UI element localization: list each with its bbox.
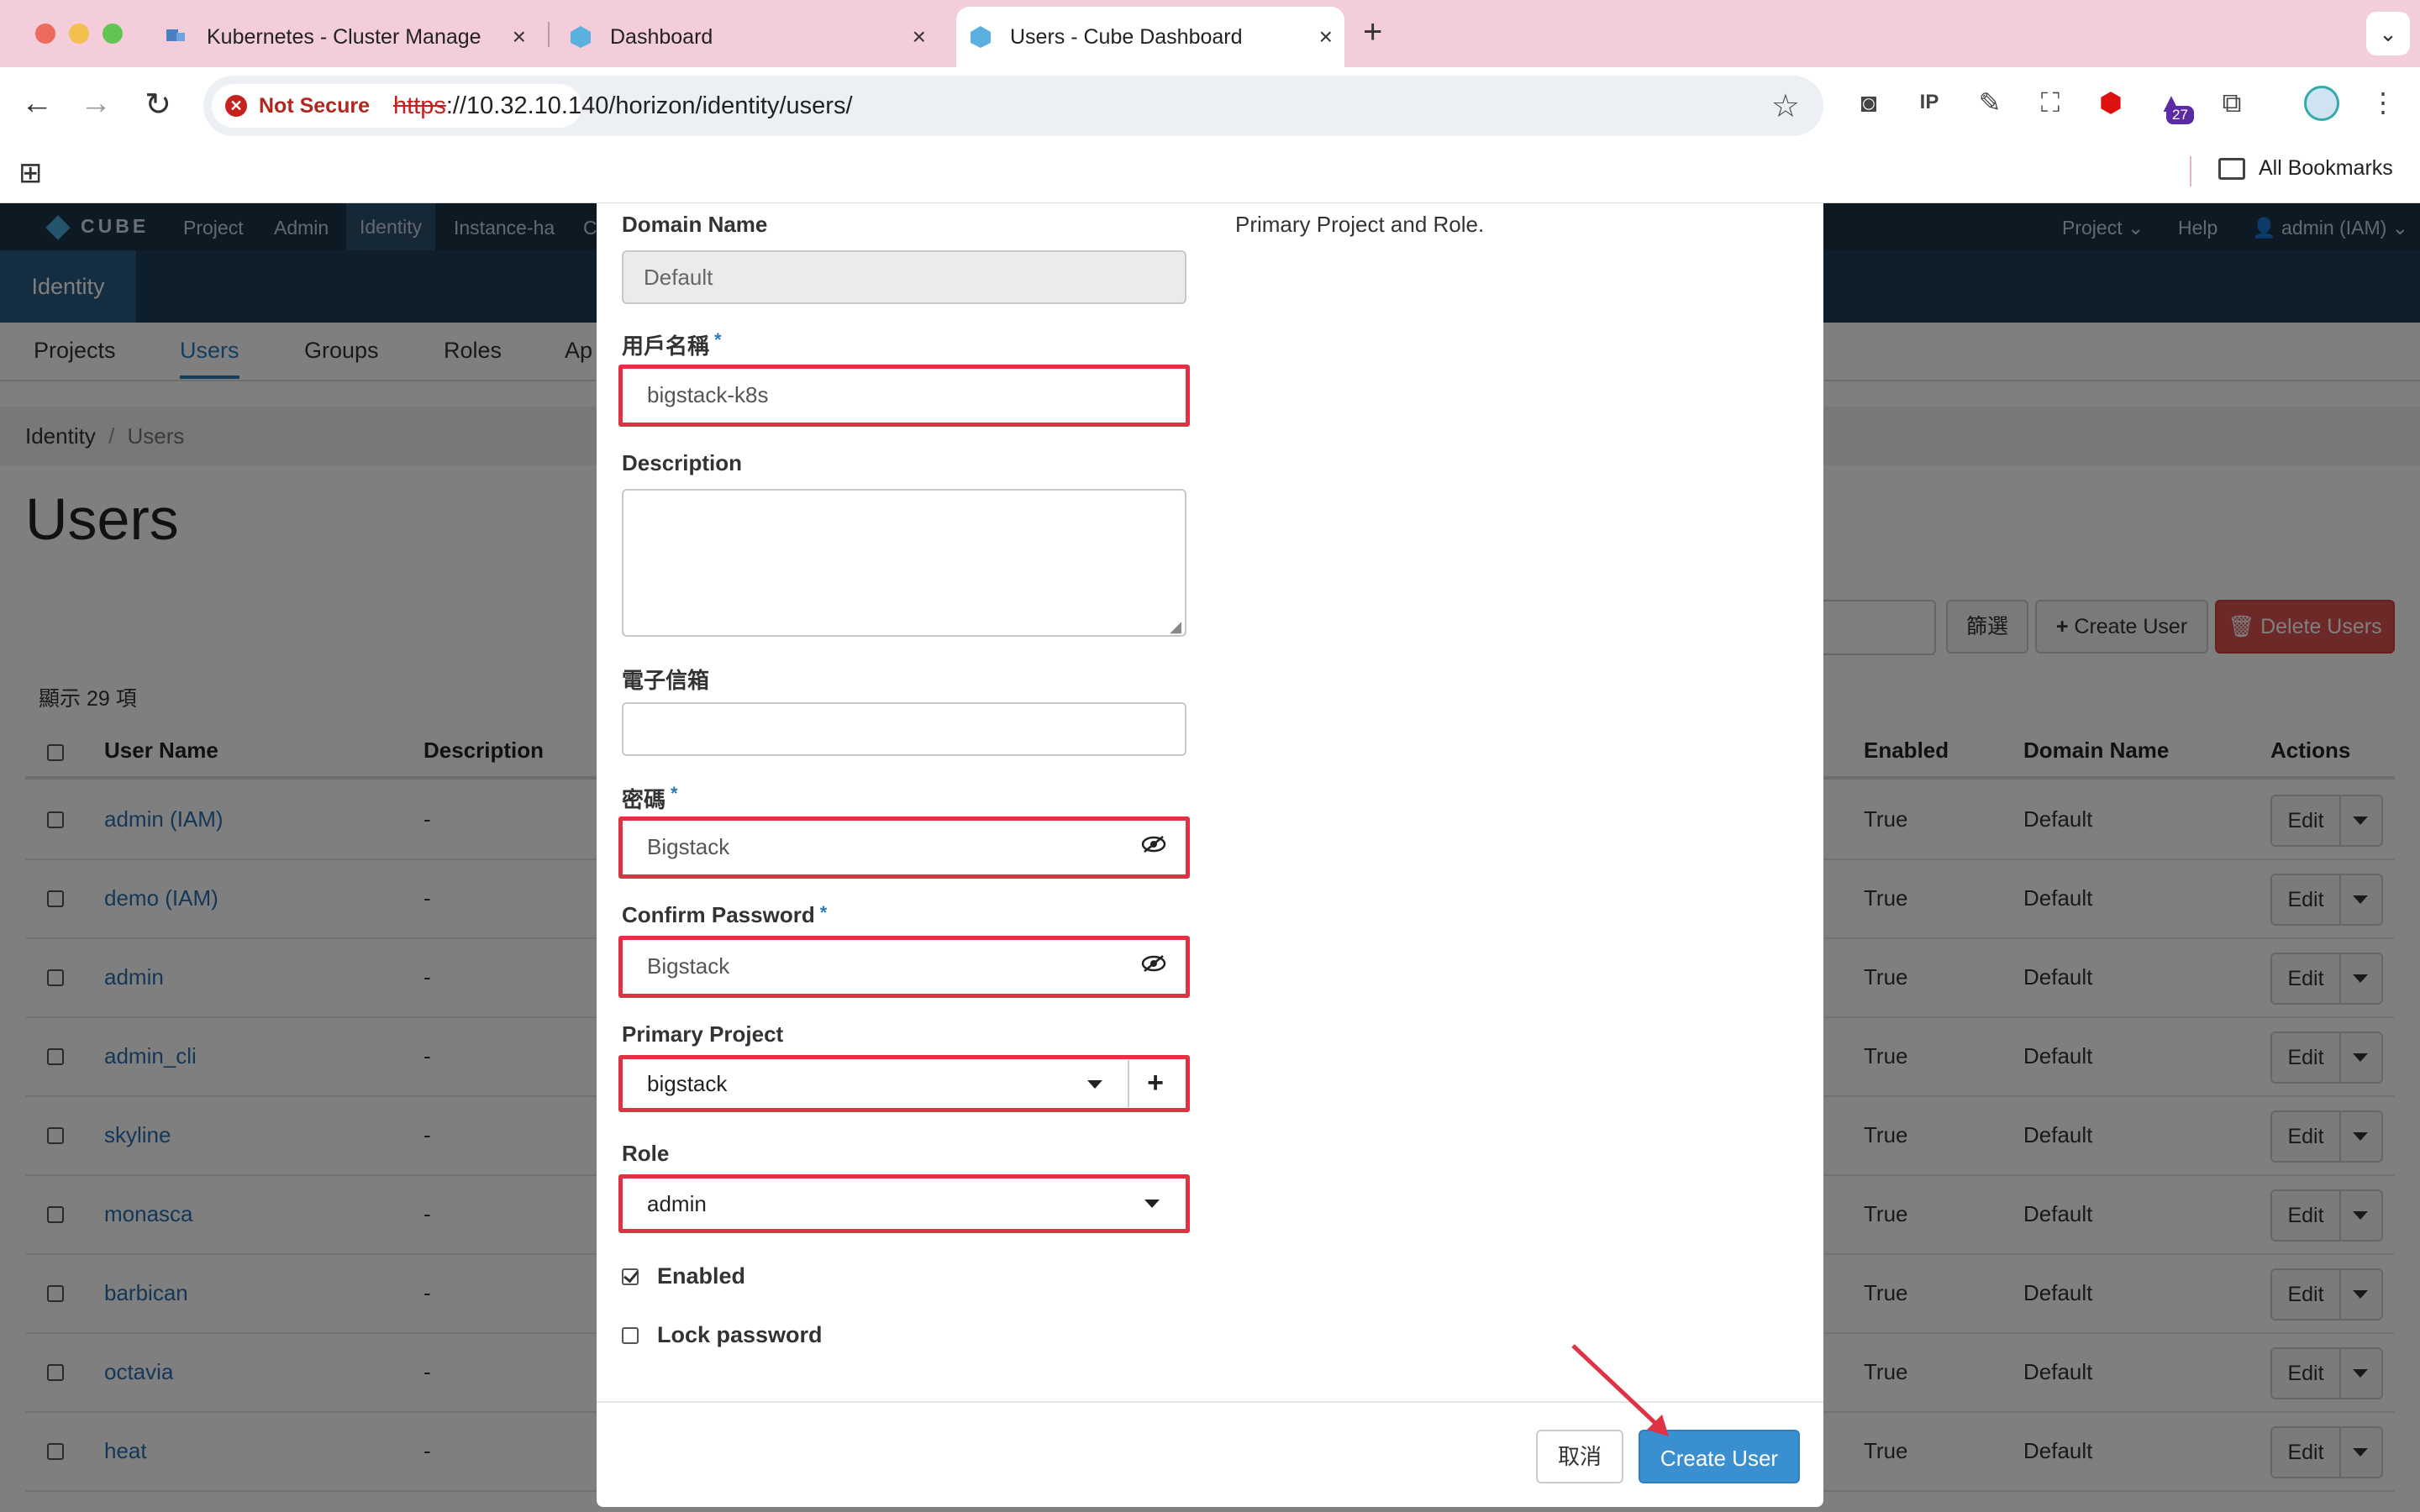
address-bar[interactable]: ✕ Not Secure https://10.32.10.140/horizo… — [203, 76, 1823, 136]
browser-tab-dashboard[interactable]: Dashboard × — [568, 7, 938, 67]
domain-name-label: Domain Name — [622, 212, 768, 237]
tab-title: Users - Cube Dashboard — [1010, 24, 1243, 49]
plus-icon: + — [1147, 1067, 1164, 1099]
role-label: Role — [622, 1141, 670, 1166]
email-input[interactable] — [622, 702, 1186, 756]
apps-grid-icon[interactable]: ⊞ — [18, 156, 43, 190]
create-user-dialog: Primary Project and Role. Domain Name De… — [597, 203, 1823, 1507]
screenshot-extension-icon[interactable]: ⛶ — [2032, 84, 2069, 121]
lock-password-checkbox[interactable]: Lock password — [622, 1322, 823, 1348]
description-textarea[interactable]: ◢ — [622, 489, 1186, 637]
ip-extension-icon[interactable]: IP — [1911, 84, 1948, 121]
tab-search-chevron-icon[interactable]: ⌄ — [2366, 12, 2410, 55]
role-select[interactable]: admin — [627, 1179, 1181, 1228]
close-tab-icon[interactable]: × — [513, 24, 526, 50]
close-tab-icon[interactable]: × — [1319, 24, 1333, 50]
help-text: Primary Project and Role. — [1235, 212, 1485, 237]
username-label: 用戶名稱 * — [622, 329, 722, 359]
primary-project-select[interactable]: bigstack — [627, 1060, 1128, 1107]
adblock-extension-icon[interactable]: ⬢ — [2092, 84, 2129, 121]
camera-extension-icon[interactable]: ◙ — [1850, 84, 1887, 121]
username-input[interactable]: bigstack-k8s — [627, 370, 1181, 422]
url-text[interactable]: https://10.32.10.140/horizon/identity/us… — [393, 76, 853, 136]
reload-icon[interactable]: ↻ — [138, 86, 178, 123]
resize-handle-icon[interactable]: ◢ — [1170, 618, 1181, 635]
browser-menu-icon[interactable]: ⋮ — [2365, 84, 2402, 121]
eyedropper-extension-icon[interactable]: ✎ — [1971, 84, 2008, 121]
close-tab-icon[interactable]: × — [913, 24, 926, 50]
profile-avatar[interactable] — [2304, 86, 2339, 121]
confirm-password-label: Confirm Password * — [622, 902, 828, 927]
browser-tab-strip: Kubernetes - Cluster Manage × Dashboard … — [0, 0, 2420, 67]
checkbox-icon[interactable] — [622, 1326, 639, 1344]
extensions-puzzle-icon[interactable]: ⧉ — [2213, 84, 2250, 121]
dropdown-arrow-icon — [1087, 1080, 1102, 1089]
close-window-button[interactable] — [35, 24, 55, 44]
confirm-password-input[interactable]: Bigstack — [627, 941, 1181, 993]
forward-arrow-icon[interactable]: → — [76, 86, 116, 122]
back-arrow-icon[interactable]: ← — [17, 86, 57, 122]
new-tab-button[interactable]: + — [1363, 13, 1382, 51]
enabled-checkbox[interactable]: Enabled — [622, 1263, 745, 1289]
security-label: Not Secure — [259, 93, 370, 118]
email-label: 電子信箱 — [622, 668, 710, 693]
domain-name-field: Default — [622, 250, 1186, 304]
browser-tab-kubernetes[interactable]: Kubernetes - Cluster Manage × — [165, 7, 538, 67]
eye-slash-icon[interactable] — [1141, 835, 1166, 853]
bookmarks-bar: ⊞ All Bookmarks — [0, 144, 2420, 203]
dropdown-arrow-icon — [1144, 1200, 1160, 1208]
red-arrow-annotation — [1571, 1344, 1669, 1436]
folder-icon — [2218, 157, 2245, 180]
eye-slash-icon[interactable] — [1141, 954, 1166, 973]
extension-badge: 27 — [2166, 106, 2194, 124]
cube-favicon-icon — [571, 26, 591, 48]
checkbox-checked-icon[interactable] — [622, 1268, 639, 1285]
kubernetes-favicon-icon — [166, 29, 185, 41]
description-label: Description — [622, 450, 743, 475]
all-bookmarks-button[interactable]: All Bookmarks — [2218, 156, 2393, 181]
add-project-button[interactable]: + — [1128, 1060, 1181, 1107]
browser-tab-users[interactable]: Users - Cube Dashboard × — [956, 7, 1344, 67]
minimize-window-button[interactable] — [69, 24, 89, 44]
tab-title: Kubernetes - Cluster Manage — [207, 24, 481, 49]
tab-title: Dashboard — [610, 24, 713, 49]
maximize-window-button[interactable] — [103, 24, 123, 44]
bookmark-star-icon[interactable]: ☆ — [1771, 87, 1800, 125]
cube-favicon-icon — [971, 26, 991, 48]
primary-project-label: Primary Project — [622, 1021, 784, 1047]
password-label: 密碼 * — [622, 783, 678, 812]
warning-icon: ✕ — [225, 95, 247, 117]
password-input[interactable]: Bigstack — [627, 822, 1181, 874]
